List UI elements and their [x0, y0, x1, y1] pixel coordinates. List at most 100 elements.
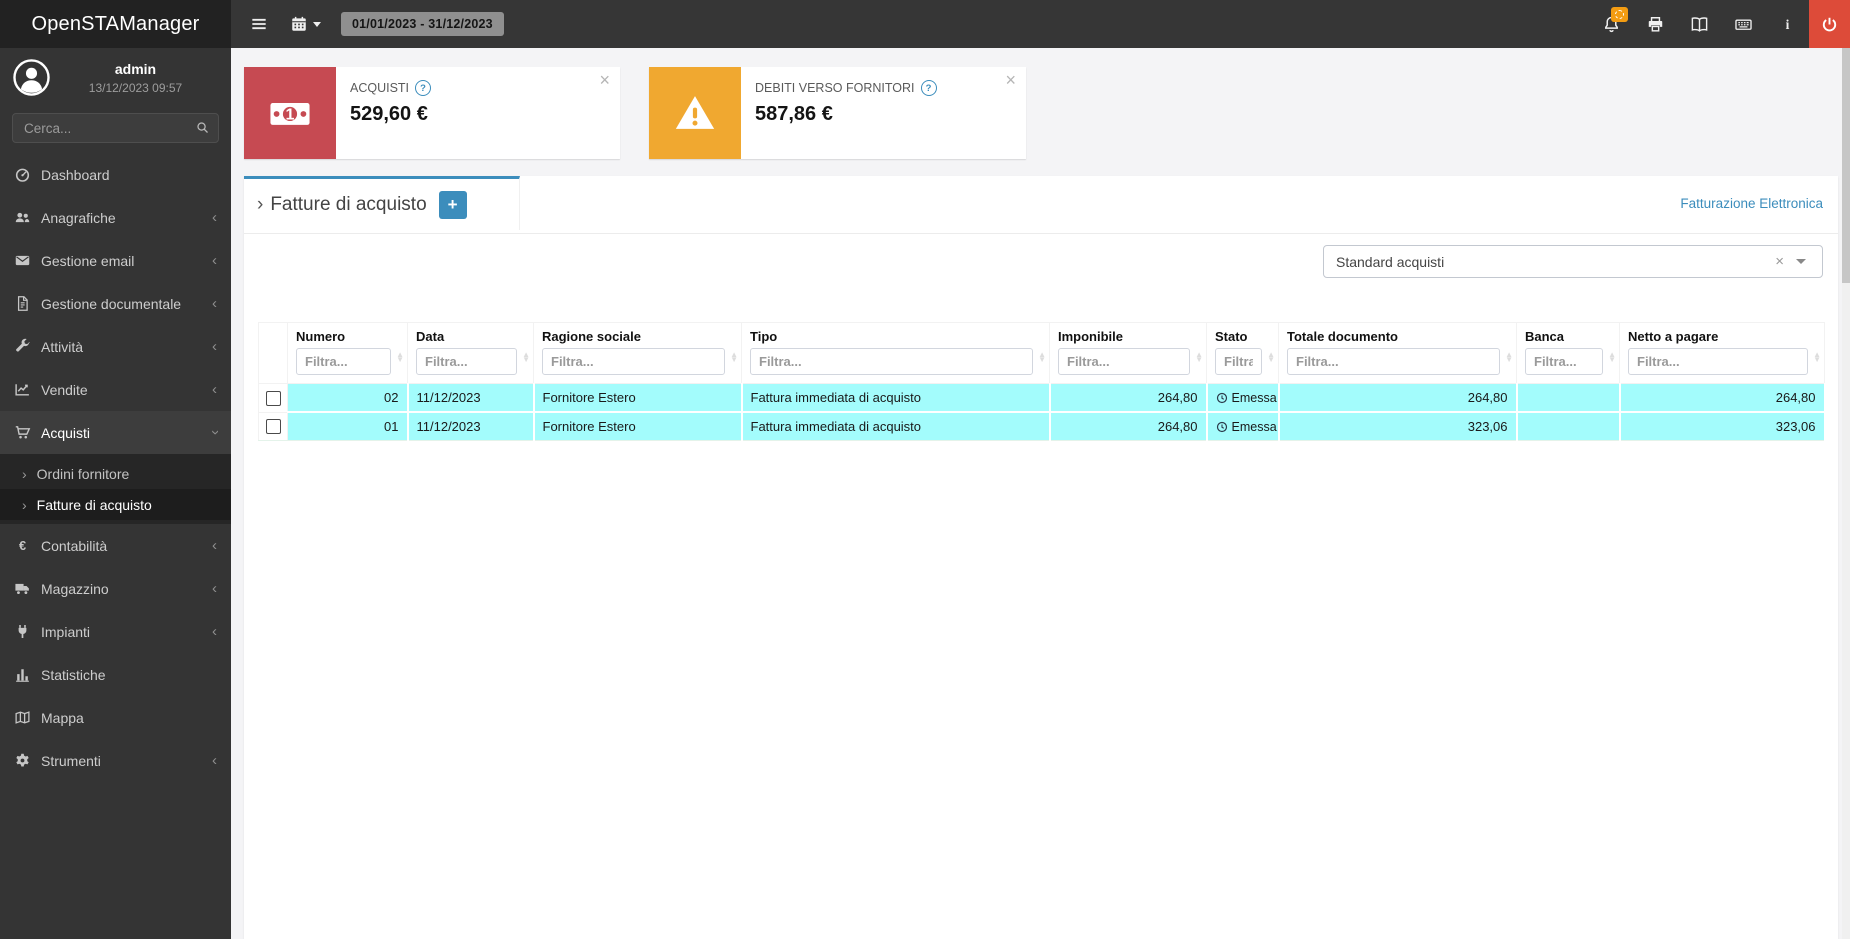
- money-icon: 1: [244, 67, 336, 159]
- svg-text:1: 1: [286, 106, 295, 124]
- manual-book-icon[interactable]: [1677, 0, 1721, 48]
- scrollbar-thumb[interactable]: [1842, 48, 1850, 283]
- filter-input-netto_a_pagare[interactable]: [1628, 348, 1808, 375]
- filter-input-tipo[interactable]: [750, 348, 1033, 375]
- fatturazione-elettronica-link[interactable]: Fatturazione Elettronica: [1680, 196, 1823, 211]
- plug-icon: [14, 623, 41, 640]
- cell-ragione_sociale: Fornitore Estero: [533, 412, 743, 441]
- column-header-stato[interactable]: Stato ▲▼: [1206, 322, 1279, 384]
- sort-icon[interactable]: ▲ ▼: [1608, 351, 1616, 364]
- notifications-bell-icon[interactable]: [1589, 0, 1633, 48]
- help-icon[interactable]: ?: [920, 80, 937, 96]
- filter-input-stato[interactable]: [1215, 348, 1262, 375]
- close-icon[interactable]: ×: [1005, 71, 1016, 89]
- sort-icon[interactable]: ▲ ▼: [1267, 351, 1275, 364]
- row-checkbox[interactable]: [265, 419, 281, 435]
- sidebar-item-label: Vendite: [41, 381, 88, 398]
- column-header-ragione_sociale[interactable]: Ragione sociale ▲▼: [533, 322, 742, 384]
- date-range-badge[interactable]: 01/01/2023 - 31/12/2023: [341, 12, 504, 36]
- chevron-left-icon: ‹: [212, 209, 217, 226]
- avatar: [13, 59, 50, 96]
- sidebar-item-strumenti[interactable]: Strumenti ‹: [0, 739, 231, 782]
- svg-text:i: i: [1785, 16, 1789, 31]
- status-text: Emessa: [1231, 390, 1277, 405]
- chevron-down-icon: ‹: [206, 430, 223, 435]
- column-header-totale_documento[interactable]: Totale documento ▲▼: [1278, 322, 1517, 384]
- clear-selection-icon[interactable]: ×: [1763, 253, 1796, 270]
- cell-data: 11/12/2023: [407, 383, 535, 413]
- close-icon[interactable]: ×: [599, 71, 610, 89]
- file-icon: [14, 295, 41, 312]
- navbar-right: i: [1589, 0, 1850, 48]
- column-header-imponibile[interactable]: Imponibile ▲▼: [1049, 322, 1207, 384]
- sidebar-item-anagrafiche[interactable]: Anagrafiche ‹: [0, 196, 231, 239]
- sidebar-item-gestione-email[interactable]: Gestione email ‹: [0, 239, 231, 282]
- sort-icon[interactable]: ▲ ▼: [1038, 351, 1046, 364]
- sort-icon[interactable]: ▲ ▼: [1505, 351, 1513, 364]
- sort-icon[interactable]: ▲ ▼: [730, 351, 738, 364]
- table-row[interactable]: 02 11/12/2023 Fornitore Estero Fattura imme…: [258, 383, 1826, 413]
- column-header-tipo[interactable]: Tipo ▲▼: [741, 322, 1050, 384]
- column-header-data[interactable]: Data ▲▼: [407, 322, 534, 384]
- filter-input-ragione_sociale[interactable]: [542, 348, 725, 375]
- search-icon[interactable]: [195, 120, 210, 135]
- warning-icon: [649, 67, 741, 159]
- sidebar-item-dashboard[interactable]: Dashboard: [0, 153, 231, 196]
- sort-icon[interactable]: ▲ ▼: [522, 351, 530, 364]
- table-row[interactable]: 01 11/12/2023 Fornitore Estero Fattura imme…: [258, 411, 1826, 441]
- sidebar-subitem-ordini-fornitore[interactable]: › Ordini fornitore: [0, 458, 231, 489]
- tab-strip: › Fatture di acquisto + Fatturazione Ele…: [244, 176, 1838, 234]
- keyboard-shortcuts-icon[interactable]: [1721, 0, 1765, 48]
- filter-input-banca[interactable]: [1525, 348, 1603, 375]
- logout-power-icon[interactable]: [1809, 0, 1850, 48]
- hamburger-menu-icon[interactable]: [239, 0, 279, 48]
- plugin-select[interactable]: Standard acquisti ×: [1323, 245, 1823, 278]
- sidebar-item-gestione-documentale[interactable]: Gestione documentale ‹: [0, 282, 231, 325]
- sidebar-subitem-label: Fatture di acquisto: [36, 496, 152, 513]
- cell-numero: 02: [287, 383, 409, 413]
- sidebar-item-attivit-[interactable]: Attività ‹: [0, 325, 231, 368]
- sidebar-item-vendite[interactable]: Vendite ‹: [0, 368, 231, 411]
- sidebar-item-label: Gestione documentale: [41, 295, 182, 312]
- notification-badge: [1611, 7, 1628, 22]
- search-input[interactable]: [12, 113, 219, 143]
- sort-icon[interactable]: ▲ ▼: [396, 351, 404, 364]
- sidebar-item-label: Anagrafiche: [41, 209, 116, 226]
- column-header-netto_a_pagare[interactable]: Netto a pagare ▲▼: [1619, 322, 1825, 384]
- help-icon[interactable]: ?: [415, 80, 432, 96]
- invoices-table: Numero▲▼Data▲▼Ragione sociale▲▼Tipo▲▼Imp…: [258, 322, 1826, 441]
- sidebar-item-magazzino[interactable]: Magazzino ‹: [0, 567, 231, 610]
- cell-tipo: Fattura immediata di acquisto: [741, 383, 1051, 413]
- filter-input-data[interactable]: [416, 348, 517, 375]
- table-header-row: Numero▲▼Data▲▼Ragione sociale▲▼Tipo▲▼Imp…: [258, 322, 1825, 384]
- bar-chart-icon: [14, 666, 41, 683]
- sort-icon[interactable]: ▲ ▼: [1195, 351, 1203, 364]
- sidebar-item-contabilit-[interactable]: € Contabilità ‹: [0, 524, 231, 567]
- filter-input-imponibile[interactable]: [1058, 348, 1190, 375]
- filter-input-numero[interactable]: [296, 348, 391, 375]
- row-checkbox[interactable]: [265, 390, 281, 406]
- column-header-banca[interactable]: Banca ▲▼: [1516, 322, 1620, 384]
- gear-icon: [14, 752, 41, 769]
- add-record-button[interactable]: +: [438, 190, 467, 219]
- cell-netto_a_pagare: 264,80: [1619, 383, 1826, 413]
- sidebar-item-impianti[interactable]: Impianti ‹: [0, 610, 231, 653]
- sidebar-item-statistiche[interactable]: Statistiche: [0, 653, 231, 696]
- print-icon[interactable]: [1633, 0, 1677, 48]
- sort-icon[interactable]: ▲ ▼: [1813, 351, 1821, 364]
- sidebar-subitem-fatture-di-acquisto[interactable]: › Fatture di acquisto: [0, 489, 231, 520]
- info-icon[interactable]: i: [1765, 0, 1809, 48]
- sidebar-item-acquisti[interactable]: Acquisti ‹: [0, 411, 231, 454]
- chevron-left-icon: ‹: [212, 752, 217, 769]
- calendar-icon[interactable]: [279, 0, 331, 48]
- plugin-select-value: Standard acquisti: [1336, 253, 1445, 270]
- chevron-right-icon: ›: [257, 193, 264, 215]
- column-header-numero[interactable]: Numero ▲▼: [287, 322, 408, 384]
- filter-input-totale_documento[interactable]: [1287, 348, 1500, 375]
- tab-fatture-di-acquisto[interactable]: › Fatture di acquisto +: [244, 176, 520, 230]
- sidebar-item-label: Magazzino: [41, 580, 109, 597]
- sidebar-item-label: Attività: [41, 338, 84, 355]
- sidebar-item-label: Acquisti: [41, 424, 91, 441]
- sidebar-item-mappa[interactable]: Mappa: [0, 696, 231, 739]
- chevron-left-icon: ‹: [212, 252, 217, 269]
